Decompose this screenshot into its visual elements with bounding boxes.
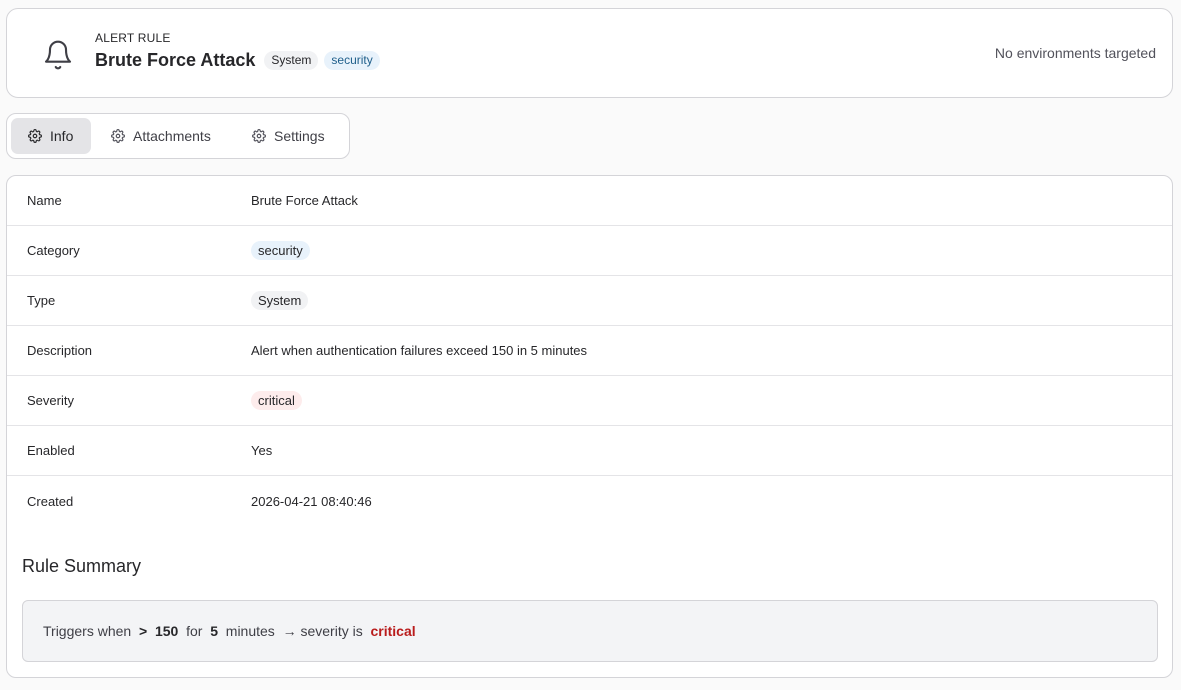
detail-label: Created xyxy=(27,493,74,509)
detail-row-enabled: Enabled Yes xyxy=(7,426,1172,476)
tab-attachments[interactable]: Attachments xyxy=(111,118,231,154)
detail-label: Name xyxy=(27,193,62,208)
tab-info[interactable]: Info xyxy=(11,118,91,154)
detail-value-description: Alert when authentication failures excee… xyxy=(251,343,588,358)
tab-settings-label: Settings xyxy=(274,128,325,144)
summary-severity: critical xyxy=(370,623,416,639)
gear-icon xyxy=(28,129,42,143)
detail-label: Category xyxy=(27,243,80,258)
detail-label: Enabled xyxy=(27,443,75,458)
summary-threshold: 150 xyxy=(154,623,179,639)
tab-info-label: Info xyxy=(50,128,74,144)
detail-row-description: Description Alert when authentication fa… xyxy=(7,326,1172,376)
tab-attachments-label: Attachments xyxy=(133,128,211,144)
rule-summary-box: Triggers when > 150 for 5 minutes → seve… xyxy=(22,600,1158,662)
summary-prefix: Triggers when xyxy=(43,623,132,639)
tab-settings[interactable]: Settings xyxy=(252,118,342,154)
tab-bar: Info Attachments Settings xyxy=(6,113,350,159)
gear-icon xyxy=(111,129,125,143)
detail-value-created: 2026-04-21 08:40:46 xyxy=(251,493,372,509)
type-badge: System xyxy=(251,291,309,310)
detail-label: Description xyxy=(27,343,93,358)
severity-badge: critical xyxy=(251,391,302,410)
rule-summary-heading: Rule Summary xyxy=(22,556,142,576)
rule-details-panel: Name Brute Force Attack Category securit… xyxy=(6,175,1173,678)
summary-window: 5 xyxy=(210,623,218,639)
summary-arrow-text: → severity is xyxy=(282,623,363,639)
detail-row-severity: Severity critical xyxy=(7,376,1172,426)
detail-value-enabled: Yes xyxy=(251,443,273,458)
type-badge: System xyxy=(264,51,319,70)
alert-rule-header: ALERT RULE Brute Force Attack System sec… xyxy=(6,8,1173,98)
summary-for: for xyxy=(186,623,203,639)
detail-row-type: Type System xyxy=(7,276,1172,326)
detail-label: Type xyxy=(27,293,56,308)
detail-label: Severity xyxy=(27,393,74,408)
detail-row-category: Category security xyxy=(7,226,1172,276)
page-title: Brute Force Attack xyxy=(95,50,256,70)
detail-row-name: Name Brute Force Attack xyxy=(7,176,1172,226)
summary-operator: > xyxy=(138,623,148,639)
category-badge: security xyxy=(324,51,380,70)
bell-icon xyxy=(44,40,72,70)
category-badge: security xyxy=(251,241,310,260)
detail-row-created: Created 2026-04-21 08:40:46 xyxy=(7,476,1172,526)
detail-value-name: Brute Force Attack xyxy=(251,193,358,208)
header-eyebrow: ALERT RULE xyxy=(95,31,171,45)
summary-unit: minutes xyxy=(225,623,275,639)
gear-icon xyxy=(252,129,266,143)
environments-note: No environments targeted xyxy=(994,45,1156,61)
